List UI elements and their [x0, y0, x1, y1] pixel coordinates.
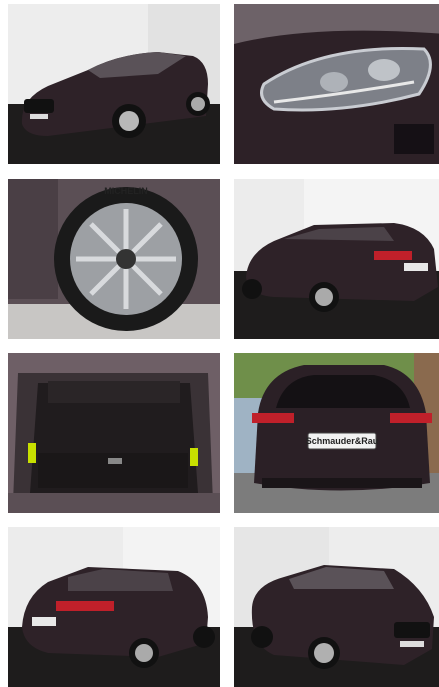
tire-brand-label: MICHELIN — [104, 186, 148, 196]
wheel-image: MICHELIN — [8, 179, 220, 339]
photo-thumbnail-rear-angle[interactable] — [234, 179, 439, 339]
photo-thumbnail-wheel[interactable]: MICHELIN — [8, 179, 220, 339]
photo-thumbnail-rear[interactable]: Schmauder&Rau — [234, 353, 439, 513]
photo-thumbnail-headlight[interactable] — [234, 4, 439, 164]
car-rear-image: Schmauder&Rau — [234, 353, 439, 513]
photo-thumbnail-front-angle[interactable] — [8, 4, 220, 164]
photo-thumbnail-trunk[interactable] — [8, 353, 220, 513]
photo-thumbnail-front-angle-2[interactable] — [234, 527, 439, 687]
car-front-angle-image — [8, 4, 220, 164]
photo-gallery: MICHELIN Schmauder&Rau — [0, 0, 439, 687]
headlight-image — [234, 4, 439, 164]
trunk-image — [8, 353, 220, 513]
car-front-angle-image — [234, 527, 439, 687]
photo-thumbnail-rear-angle-2[interactable] — [8, 527, 220, 687]
dealer-plate-label: Schmauder&Rau — [306, 436, 379, 446]
car-rear-angle-image — [8, 527, 220, 687]
car-rear-angle-image — [234, 179, 439, 339]
